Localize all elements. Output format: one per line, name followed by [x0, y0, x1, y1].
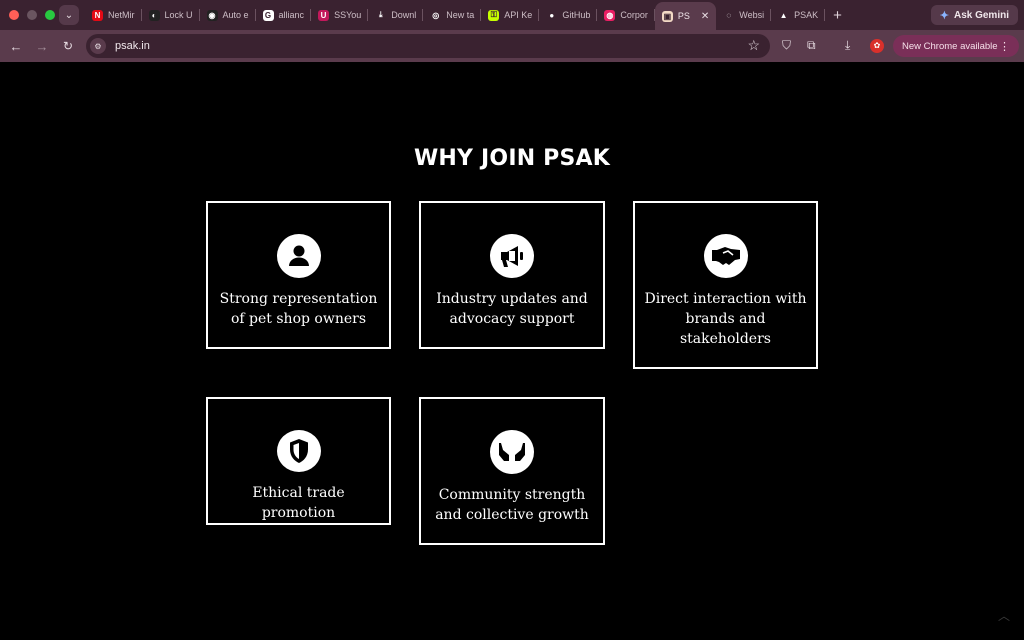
update-label: New Chrome available [902, 40, 998, 52]
browser-tab[interactable]: ◌ Websi [716, 3, 772, 27]
close-window-button[interactable] [9, 10, 19, 20]
ssyoutube-icon: U [318, 9, 330, 21]
benefit-label: Direct interaction with brands and stake… [644, 291, 807, 347]
browser-tab[interactable]: ● GitHub [539, 3, 598, 27]
lock-app-icon: ◐ [148, 9, 160, 21]
benefit-card: Community strength and collective growth [419, 397, 605, 545]
forward-button[interactable]: → [29, 39, 55, 54]
tab-title: allianc [278, 10, 305, 20]
browser-tab[interactable]: U SSYou [311, 3, 369, 27]
chevron-up-icon[interactable]: ︿ [998, 607, 1010, 624]
browser-tab[interactable]: ▲ PSAK [771, 3, 826, 27]
corporate-icon: ◍ [604, 9, 616, 21]
downloads-icon[interactable]: ⤓ [845, 38, 850, 53]
new-tab-button[interactable]: + [833, 7, 842, 24]
benefit-card: Industry updates and advocacy support [419, 201, 605, 349]
browser-tab[interactable]: ⤓ Downl [368, 3, 424, 27]
tab-title: Corpor [620, 10, 648, 20]
benefit-card: Ethical trade promotion [206, 397, 391, 525]
ask-gemini-label: Ask Gemini [953, 9, 1009, 21]
benefit-label: Strong representation of pet shop owners [219, 291, 378, 327]
tab-separator [824, 9, 826, 21]
hands-icon [490, 430, 534, 474]
shield-extension-icon[interactable]: ⛉ [782, 38, 791, 53]
user-icon [276, 234, 321, 278]
benefit-label: Ethical trade promotion [252, 485, 345, 521]
google-icon: G [262, 9, 274, 21]
tab-title: API Ke [504, 10, 533, 20]
close-tab-icon[interactable]: ✕ [701, 11, 709, 22]
tab-list: N NetMir ◐ Lock U ◉ Auto e Gallianc U SSYou ⤓ Down… [85, 0, 826, 30]
handshake-icon [703, 234, 748, 278]
address-bar[interactable]: ⚙ psak.in ☆ [86, 34, 770, 58]
browser-toolbar: ← → ↻ ⚙ psak.in ☆ ⛉ ⧉ ⤓ ✿ New Chrome ava… [0, 30, 1024, 62]
psak-triangle-icon: ▲ [778, 9, 790, 21]
download-icon: ⤓ [375, 9, 387, 21]
tab-strip: ⌄ N NetMir ◐ Lock U ◉ Auto e Gallianc U SSYou ⤓ Do… [0, 0, 1024, 30]
tab-title: GitHub [562, 10, 591, 20]
tab-title: PSAK [794, 10, 819, 20]
minimize-window-button[interactable] [27, 10, 37, 20]
benefit-label: Community strength and collective growth [435, 487, 589, 523]
browser-tab[interactable]: ▣ PS ✕ [654, 2, 717, 30]
megaphone-icon [490, 234, 534, 278]
auto-icon: ◉ [206, 9, 218, 21]
browser-tab[interactable]: Gallianc [256, 3, 312, 27]
profile-avatar[interactable]: ✿ [870, 39, 884, 53]
netflix-icon: N [92, 9, 103, 21]
browser-tab[interactable]: ◉ Auto e [200, 3, 256, 27]
bookmark-star-icon[interactable]: ☆ [747, 37, 760, 54]
browser-tab[interactable]: ◐ Lock U [142, 3, 200, 27]
tab-title: SSYou [334, 10, 362, 20]
tab-title: PS [677, 11, 690, 21]
chrome-update-button[interactable]: New Chrome available ⋮ [893, 35, 1019, 57]
tab-title: Auto e [222, 10, 249, 20]
chrome-icon: ◎ [430, 9, 442, 21]
tab-title: Downl [391, 10, 417, 20]
back-button[interactable]: ← [3, 39, 29, 54]
tab-title: Websi [739, 10, 765, 20]
site-info-icon[interactable]: ⚙ [90, 38, 106, 54]
browser-tab[interactable]: ◎ New ta [423, 3, 482, 27]
tab-title: NetMir [108, 10, 135, 20]
github-icon: ● [546, 9, 558, 21]
chevron-down-icon: ⌄ [64, 9, 74, 21]
more-menu-icon[interactable]: ⋮ [999, 40, 1010, 53]
shield-icon [276, 430, 321, 472]
benefit-card: Direct interaction with brands and stake… [633, 201, 818, 369]
ask-gemini-button[interactable]: ✦ Ask Gemini [930, 5, 1018, 25]
browser-tab[interactable]: ⚿ API Ke [481, 3, 540, 27]
tab-title: Lock U [164, 10, 193, 20]
tab-title: New ta [446, 10, 475, 20]
browser-tab[interactable]: N NetMir [85, 3, 142, 27]
benefit-label: Industry updates and advocacy support [436, 291, 588, 327]
tab-search-button[interactable]: ⌄ [59, 5, 79, 25]
window-controls [9, 10, 55, 20]
maximize-window-button[interactable] [45, 10, 55, 20]
browser-tab[interactable]: ◍ Corpor [597, 3, 655, 27]
page-content: WHY JOIN PSAK Strong representation of p… [0, 62, 1024, 640]
url-text: psak.in [115, 40, 150, 52]
psak-favicon-icon: ▣ [661, 10, 673, 22]
benefit-card: Strong representation of pet shop owners [206, 201, 391, 349]
section-heading: WHY JOIN PSAK [413, 146, 611, 171]
reload-button[interactable]: ↻ [55, 39, 81, 53]
api-key-icon: ⚿ [488, 9, 500, 21]
extensions-puzzle-icon[interactable]: ⧉ [807, 38, 816, 53]
gemini-spark-icon: ✦ [939, 9, 949, 22]
website-icon: ◌ [723, 9, 735, 21]
